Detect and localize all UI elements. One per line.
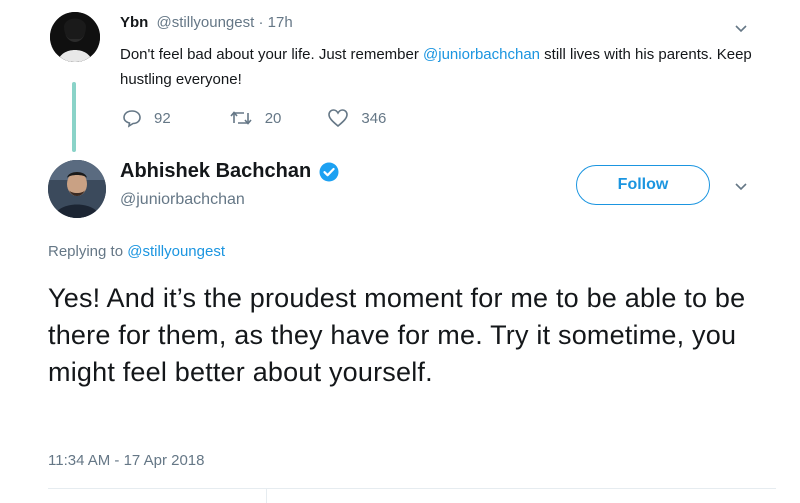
verified-badge-icon — [319, 162, 339, 181]
reply-header: Ybn @stillyoungest · 17h — [120, 14, 293, 31]
reply-mention-link[interactable]: @juniorbachchan — [423, 46, 540, 63]
reply-text: Don't feel bad about your life. Just rem… — [120, 42, 760, 92]
reply-count: 92 — [154, 109, 171, 127]
like-count: 346 — [361, 109, 387, 127]
replying-prefix: Replying to — [48, 243, 128, 260]
author-avatar[interactable] — [48, 160, 106, 218]
divider — [48, 488, 776, 489]
reply-time[interactable]: 17h — [268, 14, 293, 31]
heart-icon — [328, 109, 349, 128]
tweet-timestamp[interactable]: 11:34 AM - 17 Apr 2018 — [48, 452, 205, 469]
reply-action-bar: 92 20 346 — [122, 108, 426, 128]
like-action[interactable]: 346 — [327, 108, 386, 128]
chevron-down-icon[interactable] — [734, 22, 748, 36]
retweet-count: 20 — [264, 109, 282, 127]
thread-connector-line — [72, 82, 76, 152]
replying-to-handle[interactable]: @stillyoungest — [127, 243, 225, 260]
author-name-row: Abhishek Bachchan — [120, 160, 339, 183]
retweet-icon — [230, 111, 252, 125]
chevron-down-icon[interactable] — [734, 180, 748, 194]
reply-author-handle[interactable]: @stillyoungest — [157, 14, 255, 31]
reply-action[interactable]: 92 — [122, 108, 171, 128]
follow-button[interactable]: Follow — [576, 165, 710, 205]
author-name[interactable]: Abhishek Bachchan — [120, 160, 311, 183]
divider-tick — [266, 488, 267, 503]
tweet-text: Yes! And it’s the proudest moment for me… — [48, 283, 746, 387]
tweet-author: Abhishek Bachchan @juniorbachchan — [120, 160, 339, 209]
ybn-avatar[interactable] — [50, 12, 100, 62]
reply-icon — [123, 110, 141, 128]
reply-text-before: Don't feel bad about your life. Just rem… — [120, 46, 424, 63]
reply-author-name[interactable]: Ybn — [120, 14, 148, 31]
reply-separator: · — [258, 14, 264, 31]
retweet-action[interactable]: 20 — [229, 108, 282, 128]
replying-to: Replying to @stillyoungest — [48, 243, 225, 260]
author-handle[interactable]: @juniorbachchan — [120, 191, 339, 209]
